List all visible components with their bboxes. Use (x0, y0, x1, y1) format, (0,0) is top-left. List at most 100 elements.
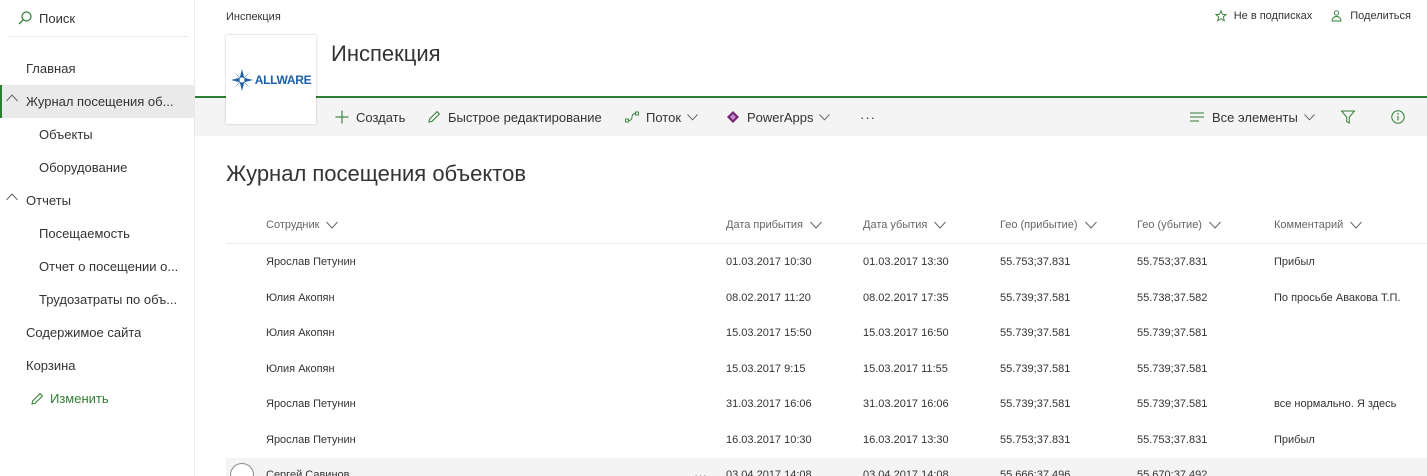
more-commands-button[interactable]: ··· (860, 98, 876, 136)
column-header[interactable]: Дата прибытия (726, 219, 822, 231)
share-label: Поделиться (1350, 10, 1411, 22)
chevron-down-icon (810, 221, 822, 229)
table-cell: 55.670;37.492 (1137, 469, 1208, 476)
chevron-down-icon (934, 221, 947, 229)
nav-item-label: Оборудование (39, 160, 128, 175)
table-row[interactable]: Юлия Акопян 15.03.2017 9:15 15.03.2017 11:… (226, 352, 1427, 387)
table-cell: 03.04.2017 14:08 (863, 469, 949, 476)
view-label: Все элементы (1212, 109, 1298, 125)
table-cell[interactable]: Сергей Савинов (266, 458, 349, 476)
chevron-down-icon (687, 113, 698, 121)
column-header[interactable]: Комментарий (1274, 219, 1363, 231)
view-selector[interactable]: Все элементы (1190, 98, 1322, 136)
table-row[interactable]: Юлия Акопян 08.02.2017 11:20 08.02.2017 17… (226, 281, 1427, 316)
powerapps-button[interactable]: PowerApps (726, 98, 837, 136)
table-cell: 01.03.2017 10:30 (726, 256, 812, 268)
table-cell[interactable]: Юлия Акопян (266, 352, 335, 387)
plus-icon (335, 110, 349, 124)
table-row[interactable]: Ярослав Петунин 16.03.2017 10:30 16.03.201… (226, 423, 1427, 458)
nav-item-label: Объекты (39, 127, 93, 142)
table-cell[interactable]: Юлия Акопян (266, 316, 335, 351)
edit-label: Изменить (50, 391, 109, 406)
table-cell: все нормально. Я здесь (1274, 398, 1397, 410)
column-header[interactable]: Сотрудник (266, 219, 339, 231)
powerapps-icon (727, 111, 739, 123)
nav-item-label: Журнал посещения об... (26, 94, 174, 109)
table-cell: 15.03.2017 9:15 (726, 363, 806, 375)
nav-item[interactable]: Отчеты (0, 184, 194, 217)
pencil-icon (31, 392, 44, 405)
site-logo[interactable]: ALLWARE (226, 35, 316, 124)
column-header[interactable]: Гео (прибытие) (1000, 219, 1097, 231)
table-cell: 16.03.2017 10:30 (726, 434, 812, 446)
table-cell: 03.04.2017 14:08 (726, 469, 812, 476)
nav-item[interactable]: Корзина (0, 349, 194, 382)
table-cell: Прибыл (1274, 434, 1315, 446)
share-icon (1331, 10, 1342, 22)
chevron-down-icon (819, 113, 831, 121)
header-divider-line (226, 243, 1427, 244)
column-header-label: Гео (убытие) (1137, 219, 1202, 231)
column-header-label: Сотрудник (266, 219, 320, 231)
nav-item-label: Содержимое сайта (26, 325, 142, 340)
row-more-button[interactable]: ··· (694, 458, 707, 476)
flow-button[interactable]: Поток (625, 98, 705, 136)
share-button[interactable]: Поделиться (1330, 10, 1411, 22)
column-header-label: Дата прибытия (726, 219, 803, 231)
table-cell: 15.03.2017 16:50 (863, 327, 949, 339)
table-row[interactable]: Ярослав Петунин 01.03.2017 10:30 01.03.201… (226, 245, 1427, 280)
table-cell: 55.739;37.581 (1000, 398, 1071, 410)
table-cell[interactable]: Ярослав Петунин (266, 387, 356, 422)
logo-star-icon (230, 68, 253, 91)
nav-item[interactable]: Трудозатраты по объ... (0, 283, 194, 316)
table-cell: 55.753;37.831 (1137, 434, 1208, 446)
column-header-label: Комментарий (1274, 219, 1344, 231)
chevron-down-icon (326, 221, 339, 229)
table-cell: 55.739;37.581 (1137, 327, 1208, 339)
nav-item[interactable]: Главная (0, 52, 194, 85)
column-header-label: Гео (прибытие) (1000, 219, 1078, 231)
nav-item-label: Отчет о посещении о... (39, 259, 179, 274)
column-header[interactable]: Гео (убытие) (1137, 219, 1221, 231)
table-cell: 08.02.2017 11:20 (726, 292, 811, 304)
table-cell: 15.03.2017 15:50 (726, 327, 812, 339)
table-cell: 55.739;37.581 (1137, 363, 1208, 375)
table-cell[interactable]: Юлия Акопян (266, 281, 335, 316)
follow-button[interactable]: Не в подписках (1214, 10, 1313, 22)
command-bar: Создать Быстрое редактирование Поток Pow… (195, 98, 1427, 136)
nav-item-label: Отчеты (26, 193, 71, 208)
table-row[interactable]: ··· Сергей Савинов 03.04.2017 14:08 03.04.2… (226, 458, 1427, 476)
nav-item[interactable]: Отчет о посещении о... (0, 250, 194, 283)
nav-item[interactable]: Журнал посещения об... (0, 85, 194, 118)
nav-item-label: Трудозатраты по объ... (39, 292, 178, 307)
new-button[interactable]: Создать (335, 98, 405, 136)
quick-edit-button[interactable]: Быстрое редактирование (427, 98, 602, 136)
quick-edit-label: Быстрое редактирование (448, 109, 602, 125)
nav-item[interactable]: Посещаемость (0, 217, 194, 250)
nav-item[interactable]: Объекты (0, 118, 194, 151)
column-header[interactable]: Дата убытия (863, 219, 947, 231)
table-cell: 15.03.2017 11:55 (863, 363, 948, 375)
nav-item[interactable]: Оборудование (0, 151, 194, 184)
edit-links-button[interactable]: Изменить (0, 382, 194, 415)
table-row[interactable]: Ярослав Петунин 31.03.2017 16:06 31.03.201… (226, 387, 1427, 422)
table-cell: 55.753;37.831 (1137, 256, 1208, 268)
table-cell: 55.739;37.581 (1000, 292, 1071, 304)
table-row[interactable]: Юлия Акопян 15.03.2017 15:50 15.03.2017 16… (226, 316, 1427, 351)
row-select-checkbox[interactable] (230, 463, 254, 476)
table-cell: 55.753;37.831 (1000, 434, 1071, 446)
table-cell[interactable]: Ярослав Петунин (266, 423, 356, 458)
search-label: Поиск (39, 10, 76, 26)
info-button[interactable] (1391, 98, 1412, 136)
filter-button[interactable] (1341, 98, 1362, 136)
nav-item-label: Посещаемость (39, 226, 130, 241)
breadcrumb[interactable]: Инспекция (226, 11, 281, 23)
search-box[interactable]: Поиск (8, 0, 188, 37)
table-cell[interactable]: Ярослав Петунин (266, 245, 356, 280)
table-cell: 55.666;37.496 (1000, 469, 1071, 476)
list-title: Журнал посещения объектов (226, 161, 527, 186)
follow-label: Не в подписках (1233, 10, 1313, 22)
nav-item[interactable]: Содержимое сайта (0, 316, 194, 349)
table-cell: 31.03.2017 16:06 (726, 398, 812, 410)
flow-icon (625, 111, 639, 123)
